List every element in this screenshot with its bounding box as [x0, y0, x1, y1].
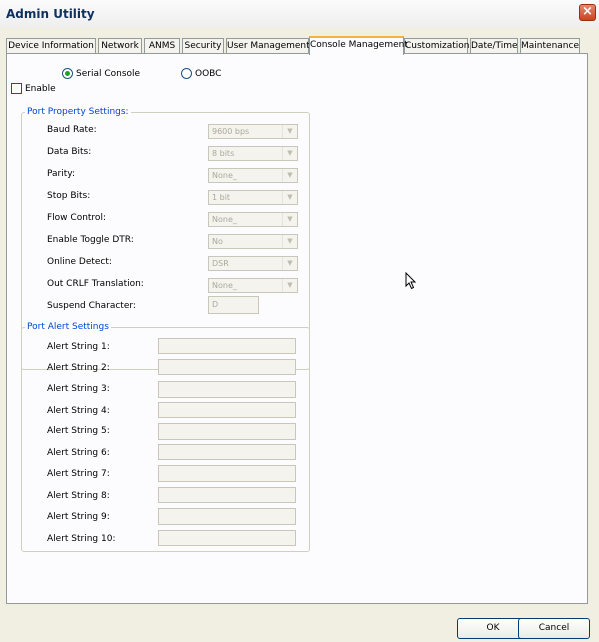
alert-string-3-input[interactable] [158, 381, 296, 398]
stop-bits-select[interactable]: 1 bit ▼ [208, 190, 298, 205]
tab-network[interactable]: Network [98, 38, 142, 54]
alert-string-4-input[interactable] [158, 402, 296, 418]
online-detect-select[interactable]: DSR ▼ [208, 256, 298, 271]
tab-anms[interactable]: ANMS [144, 38, 180, 54]
alert-string-1-input[interactable] [158, 338, 296, 354]
cancel-button[interactable]: Cancel [518, 618, 590, 639]
chevron-down-icon[interactable]: ▼ [282, 125, 297, 138]
baud-rate-value: 9600 bps [212, 127, 250, 136]
baud-rate-label: Baud Rate: [47, 125, 97, 135]
online-detect-value: DSR [212, 259, 229, 268]
alert-string-3-label: Alert String 3: [47, 384, 110, 394]
flow-control-value: None_ [212, 215, 237, 224]
chevron-down-icon[interactable]: ▼ [282, 147, 297, 160]
enable-checkbox[interactable] [11, 83, 22, 94]
baud-rate-select[interactable]: 9600 bps ▼ [208, 124, 298, 139]
out-crlf-translation-select[interactable]: None_ ▼ [208, 278, 298, 293]
port-alert-settings-group: Port Alert Settings Alert String 1: Aler… [21, 322, 310, 552]
tab-console-management[interactable]: Console Management [309, 36, 408, 55]
enable-toggle-dtr-select[interactable]: No ▼ [208, 234, 298, 249]
data-bits-label: Data Bits: [47, 147, 92, 157]
alert-string-2-label: Alert String 2: [47, 363, 110, 373]
stop-bits-label: Stop Bits: [47, 191, 91, 201]
alert-string-6-input[interactable] [158, 444, 296, 460]
suspend-character-label: Suspend Character: [47, 301, 136, 311]
alert-string-7-input[interactable] [158, 465, 296, 482]
oobc-radio[interactable] [181, 68, 192, 79]
parity-label: Parity: [47, 169, 75, 179]
serial-console-label: Serial Console [76, 69, 141, 79]
tab-customization[interactable]: Customization [404, 38, 469, 54]
tab-user-management[interactable]: User Management [226, 38, 310, 54]
enable-toggle-dtr-value: No [212, 237, 223, 246]
flow-control-label: Flow Control: [47, 213, 106, 223]
radio-selected-dot [65, 71, 70, 76]
chevron-down-icon[interactable]: ▼ [282, 169, 297, 182]
alert-string-8-input[interactable] [158, 487, 296, 503]
parity-value: None_ [212, 171, 237, 180]
alert-string-1-label: Alert String 1: [47, 342, 110, 352]
alert-string-2-input[interactable] [158, 359, 296, 375]
alert-string-9-label: Alert String 9: [47, 512, 110, 522]
tab-maintenance[interactable]: Maintenance [520, 38, 580, 54]
tab-security[interactable]: Security [182, 38, 224, 54]
enable-label: Enable [25, 84, 56, 94]
tab-date-time[interactable]: Date/Time [470, 38, 518, 54]
chevron-down-icon[interactable]: ▼ [282, 235, 297, 248]
suspend-character-input[interactable]: D [208, 296, 259, 314]
tab-device-information[interactable]: Device Information [6, 38, 96, 54]
data-bits-select[interactable]: 8 bits ▼ [208, 146, 298, 161]
title-bar[interactable]: Admin Utility × [0, 0, 599, 28]
port-alert-settings-legend: Port Alert Settings [25, 322, 111, 332]
oobc-label: OOBC [195, 69, 222, 79]
alert-string-5-label: Alert String 5: [47, 426, 110, 436]
alert-string-9-input[interactable] [158, 508, 296, 525]
chevron-down-icon[interactable]: ▼ [282, 213, 297, 226]
enable-toggle-dtr-label: Enable Toggle DTR: [47, 235, 134, 245]
port-property-settings-legend: Port Property Settings: [25, 107, 131, 117]
alert-string-4-label: Alert String 4: [47, 406, 110, 416]
console-management-panel: Serial Console OOBC Enable Port Property… [6, 53, 588, 604]
chevron-down-icon[interactable]: ▼ [282, 191, 297, 204]
admin-utility-window: Admin Utility × Device Information Netwo… [0, 0, 599, 642]
close-icon: × [582, 4, 593, 19]
parity-select[interactable]: None_ ▼ [208, 168, 298, 183]
data-bits-value: 8 bits [212, 149, 235, 158]
mouse-pointer-icon [405, 272, 417, 290]
alert-string-6-label: Alert String 6: [47, 448, 110, 458]
serial-console-radio[interactable] [62, 68, 73, 79]
flow-control-select[interactable]: None_ ▼ [208, 212, 298, 227]
chevron-down-icon[interactable]: ▼ [282, 257, 297, 270]
alert-string-10-input[interactable] [158, 530, 296, 546]
online-detect-label: Online Detect: [47, 257, 112, 267]
alert-string-10-label: Alert String 10: [47, 534, 116, 544]
out-crlf-translation-value: None_ [212, 281, 237, 290]
alert-string-5-input[interactable] [158, 423, 296, 440]
alert-string-8-label: Alert String 8: [47, 491, 110, 501]
alert-string-7-label: Alert String 7: [47, 469, 110, 479]
close-button[interactable]: × [579, 4, 596, 21]
window-title: Admin Utility [6, 7, 95, 21]
stop-bits-value: 1 bit [212, 193, 231, 202]
chevron-down-icon[interactable]: ▼ [282, 279, 297, 292]
out-crlf-translation-label: Out CRLF Translation: [47, 279, 144, 289]
